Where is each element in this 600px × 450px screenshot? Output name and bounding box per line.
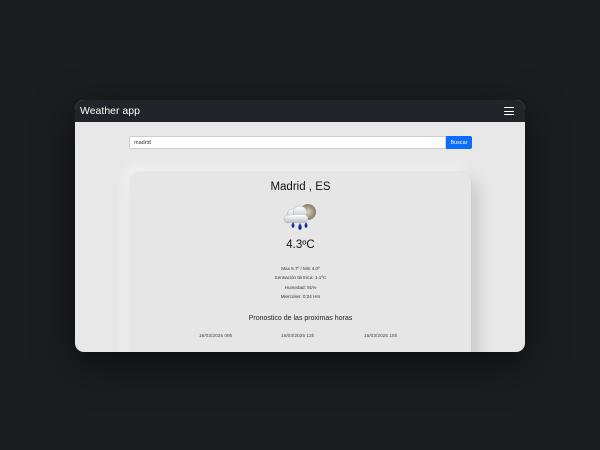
humidity: Humedad: 91% [284, 284, 317, 290]
max-min-temp: Max 5.7º / Min 4.0º [281, 266, 320, 271]
navbar: Weather app [75, 100, 525, 122]
weather-details: Max 5.7º / Min 4.0º Sensación térmica: 1… [130, 264, 471, 301]
hamburger-menu-icon[interactable] [502, 105, 516, 117]
navbar-brand[interactable]: Weather app [80, 105, 140, 117]
forecast-item: 16/03/2025 12h [281, 334, 315, 339]
weather-card: Madrid , ES 4.3ºC Max 5.7º / Min 4.0º Se… [130, 172, 471, 352]
app-window: Weather app Buscar Madrid , ES [75, 100, 525, 352]
local-time: Miercoles: 0:24 Hrs [280, 293, 321, 299]
forecast-item: 16/03/2025 09h [199, 334, 233, 339]
forecast-item: 16/03/2025 15h [364, 334, 398, 339]
search-button[interactable]: Buscar [446, 136, 472, 149]
feels-like: Sensación térmica: 1.1ºC [274, 275, 327, 281]
cloud-rain-icon [283, 204, 316, 230]
search-bar: Buscar [129, 136, 472, 149]
search-input[interactable] [129, 136, 446, 149]
location-title: Madrid , ES [270, 181, 331, 193]
forecast-title: Pronostico de las proximas horas [248, 315, 353, 322]
temperature: 4.3ºC [286, 239, 315, 251]
